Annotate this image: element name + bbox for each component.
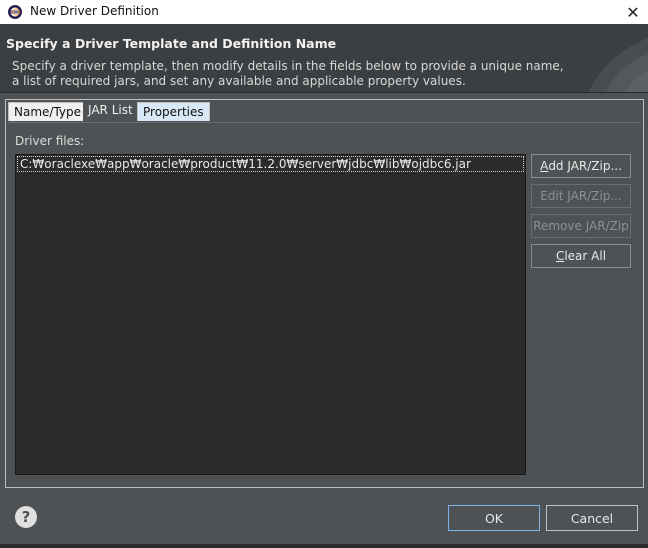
button-bar: ? OK Cancel xyxy=(0,489,648,548)
dialog-window: New Driver Definition ✕ Specify a Driver… xyxy=(0,0,648,548)
tab-jar-list[interactable]: JAR List xyxy=(83,100,138,121)
driver-files-label: Driver files: xyxy=(15,134,85,148)
bottom-edge xyxy=(0,544,648,548)
banner-title: Specify a Driver Template and Definition… xyxy=(6,36,337,51)
clear-all-mnemonic: C xyxy=(555,249,565,263)
add-jar-button[interactable]: Add JAR/Zip... xyxy=(531,154,631,178)
close-icon: ✕ xyxy=(626,2,640,22)
tab-name-type[interactable]: Name/Type xyxy=(8,102,88,121)
banner-separator xyxy=(0,92,648,93)
list-item[interactable]: C:₩oraclexe₩app₩oracle₩product₩11.2.0₩se… xyxy=(17,156,524,172)
edit-jar-button[interactable]: Edit JAR/Zip... xyxy=(531,184,631,208)
eclipse-icon xyxy=(8,5,22,19)
header-banner: Specify a Driver Template and Definition… xyxy=(0,24,648,92)
banner-decoration xyxy=(588,38,648,92)
title-bar: New Driver Definition ✕ xyxy=(0,0,648,24)
ok-button[interactable]: OK xyxy=(448,505,540,531)
jar-list-panel: Driver files: C:₩oraclexe₩app₩oracle₩pro… xyxy=(8,122,641,485)
clear-all-button[interactable]: Clear All xyxy=(531,244,631,268)
help-icon[interactable]: ? xyxy=(15,506,37,528)
add-jar-mnemonic: A xyxy=(540,159,549,173)
tab-folder: Name/Type JAR List Properties Driver fil… xyxy=(5,99,644,488)
tab-bar: Name/Type JAR List Properties xyxy=(6,100,643,121)
window-title: New Driver Definition xyxy=(30,4,159,18)
cancel-button[interactable]: Cancel xyxy=(546,505,638,531)
banner-description: Specify a driver template, then modify d… xyxy=(12,59,564,88)
clear-all-label: lear All xyxy=(564,249,607,263)
close-button[interactable]: ✕ xyxy=(618,0,648,24)
remove-jar-button[interactable]: Remove JAR/Zip xyxy=(531,214,631,238)
tab-properties[interactable]: Properties xyxy=(137,102,210,121)
driver-files-list[interactable]: C:₩oraclexe₩app₩oracle₩product₩11.2.0₩se… xyxy=(15,154,526,475)
add-jar-label: dd JAR/Zip... xyxy=(548,159,622,173)
